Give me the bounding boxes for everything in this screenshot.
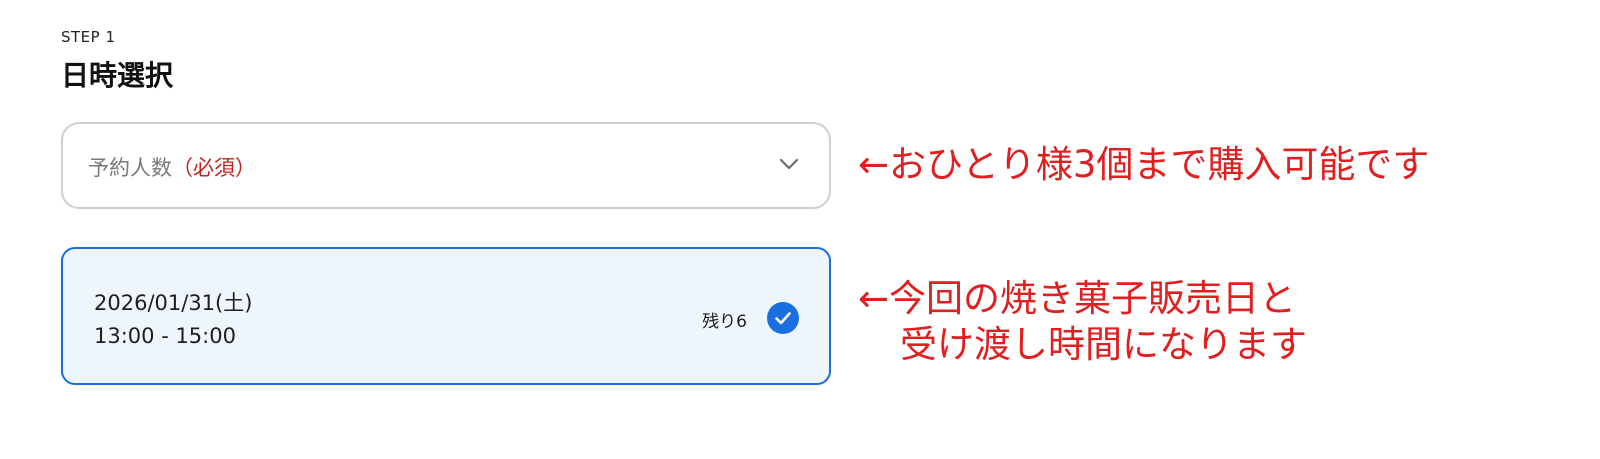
annotation-slot-note-line1: ←今回の焼き菓子販売日と	[858, 277, 1297, 320]
people-count-select[interactable]: 予約人数（必須）	[61, 122, 831, 209]
slot-date: 2026/01/31(土)	[94, 291, 253, 315]
check-circle-icon	[767, 302, 799, 334]
required-marker: （必須）	[172, 156, 256, 180]
time-slot-option[interactable]: 2026/01/31(土) 13:00 - 15:00 残り6	[61, 247, 831, 385]
chevron-down-icon[interactable]	[779, 157, 799, 171]
annotation-people-note: ←おひとり様3個まで購入可能です	[858, 143, 1430, 186]
people-count-label: 予約人数（必須）	[88, 152, 256, 182]
slot-remaining-count: 残り6	[702, 312, 747, 332]
people-count-label-text: 予約人数	[88, 156, 172, 180]
slot-time: 13:00 - 15:00	[94, 324, 236, 348]
page-title: 日時選択	[61, 59, 174, 92]
annotation-slot-note-line2: 受け渡し時間になります	[900, 323, 1307, 366]
step-label: STEP 1	[61, 28, 116, 46]
